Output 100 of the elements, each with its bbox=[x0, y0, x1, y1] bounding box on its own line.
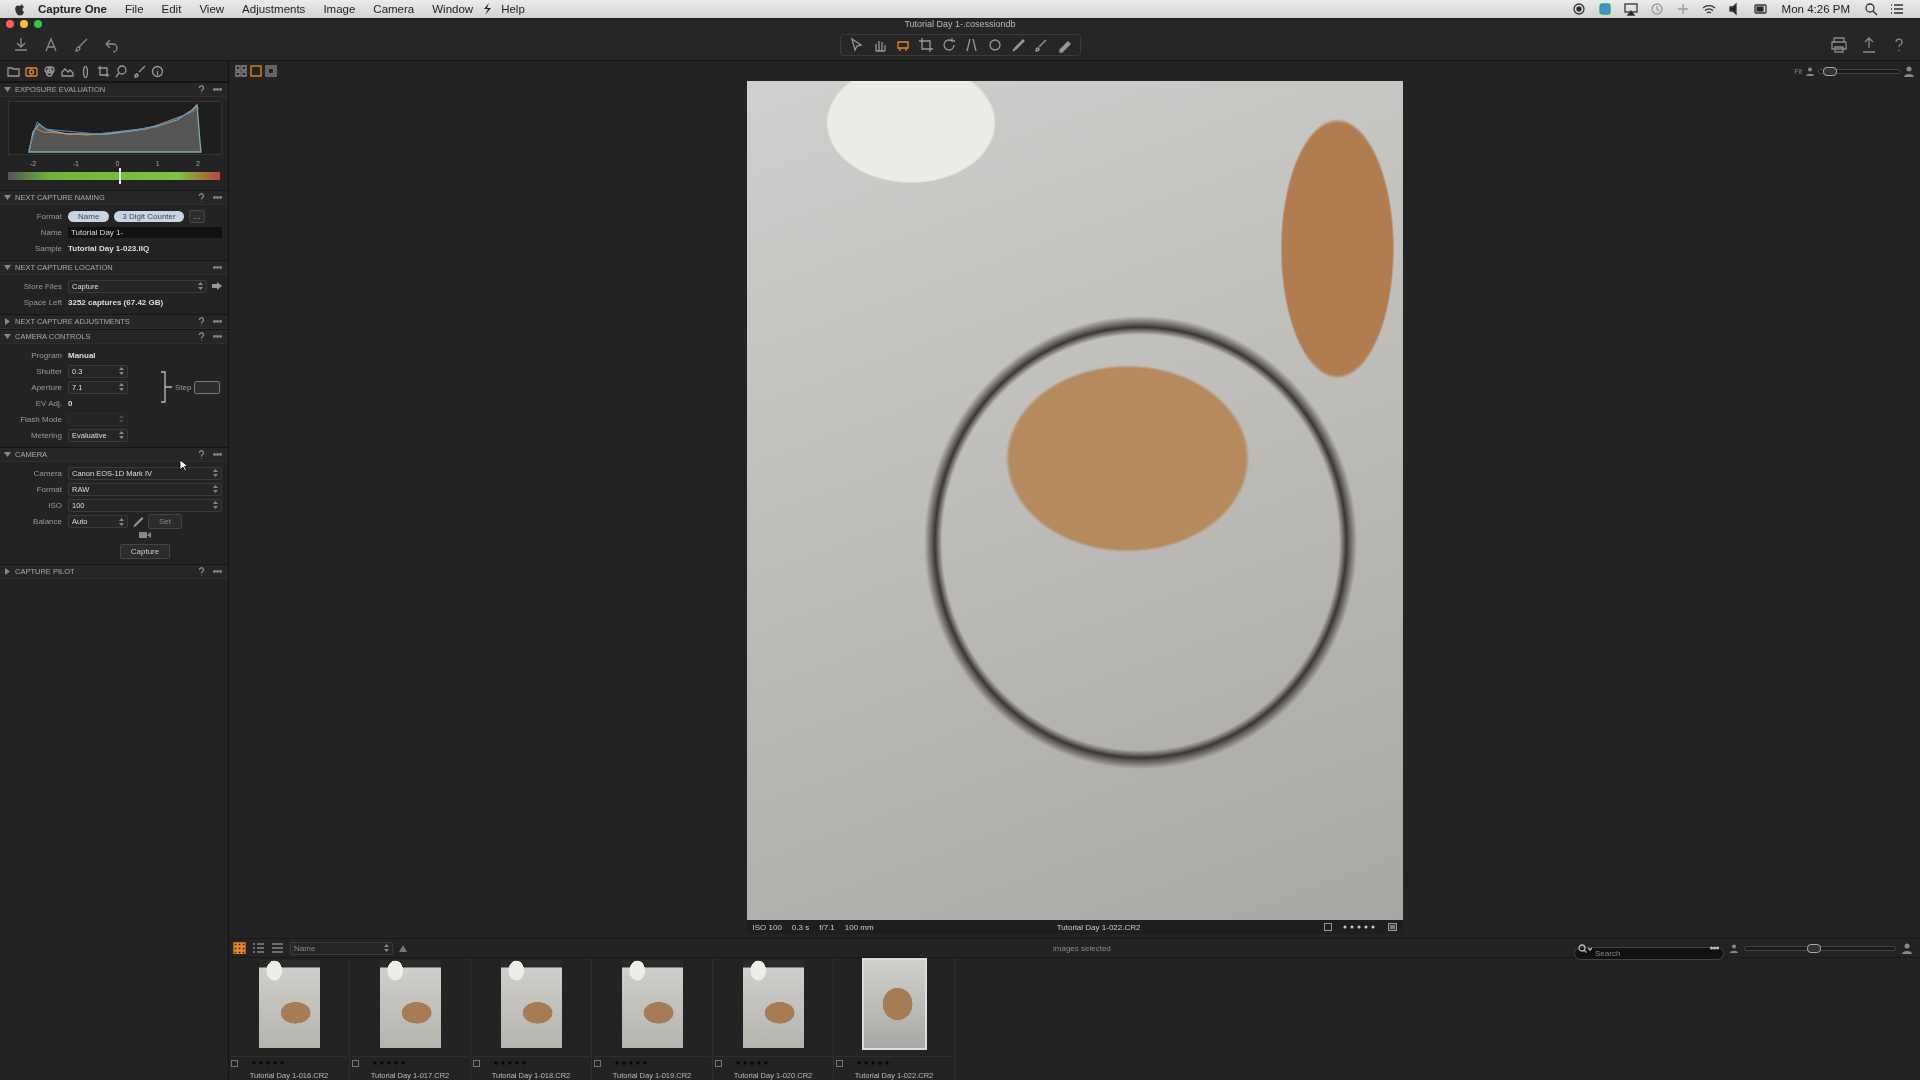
menu-item[interactable]: Window bbox=[423, 3, 483, 15]
checkbox-icon[interactable] bbox=[473, 1059, 480, 1067]
menu-app-name[interactable]: Capture One bbox=[26, 3, 116, 15]
script-icon[interactable] bbox=[482, 2, 493, 16]
checkbox-icon[interactable] bbox=[1323, 923, 1332, 931]
airplay-icon[interactable] bbox=[1623, 2, 1638, 16]
pointer-icon[interactable] bbox=[848, 37, 865, 53]
help-icon[interactable] bbox=[198, 567, 205, 576]
crop-icon[interactable] bbox=[97, 64, 110, 78]
help-icon[interactable] bbox=[198, 193, 205, 202]
rating-dots-icon[interactable] bbox=[857, 1061, 891, 1066]
exif-value: 0.3 s bbox=[791, 922, 810, 932]
format-token[interactable]: Name bbox=[68, 210, 110, 222]
sync-icon[interactable] bbox=[1597, 2, 1612, 16]
menu-item[interactable]: Image bbox=[314, 3, 365, 15]
sort-triangle-icon[interactable] bbox=[399, 944, 407, 952]
capture-button[interactable]: Capture bbox=[119, 544, 171, 559]
color-circles-icon[interactable] bbox=[43, 64, 56, 78]
checkbox-icon[interactable] bbox=[231, 1059, 238, 1067]
loupe-icon[interactable] bbox=[115, 64, 128, 78]
brush-icon[interactable] bbox=[72, 36, 90, 54]
search-icon[interactable] bbox=[1864, 2, 1878, 16]
rating-dots-icon[interactable] bbox=[373, 1061, 407, 1066]
record-icon[interactable] bbox=[1571, 2, 1586, 16]
wifi-icon[interactable] bbox=[1701, 2, 1716, 16]
brush-icon[interactable] bbox=[1032, 37, 1049, 53]
more-icon[interactable] bbox=[213, 450, 222, 459]
folder-icon[interactable] bbox=[7, 64, 20, 78]
keystone-icon[interactable] bbox=[963, 37, 980, 53]
more-icon[interactable] bbox=[213, 263, 222, 272]
more-icon[interactable] bbox=[1710, 946, 1719, 950]
menu-item[interactable]: File bbox=[116, 3, 153, 15]
grid-icon[interactable] bbox=[235, 65, 247, 77]
battery-icon[interactable] bbox=[1753, 2, 1768, 16]
rating-dots-icon[interactable] bbox=[615, 1061, 649, 1066]
expanded-triangle-icon[interactable] bbox=[4, 86, 11, 93]
export-icon[interactable] bbox=[1860, 36, 1878, 54]
menu-item[interactable]: Camera bbox=[364, 3, 424, 15]
name-field[interactable]: Tutorial Day 1- bbox=[68, 226, 222, 238]
rating-dots-icon[interactable] bbox=[252, 1061, 286, 1066]
help-icon[interactable] bbox=[198, 332, 205, 341]
zoom-slider[interactable] bbox=[1818, 68, 1900, 74]
multi-view-icon[interactable] bbox=[265, 65, 277, 77]
more-button[interactable]: … bbox=[188, 209, 205, 223]
color-tag-icon[interactable] bbox=[1387, 923, 1397, 931]
crop-icon[interactable] bbox=[917, 37, 934, 53]
expanded-triangle-icon[interactable] bbox=[4, 264, 11, 271]
format-token[interactable]: 3 Digit Counter bbox=[114, 210, 184, 222]
set-button[interactable]: Set bbox=[148, 514, 182, 529]
thumbnail-size-slider[interactable] bbox=[1744, 945, 1896, 951]
checkbox-icon[interactable] bbox=[836, 1059, 843, 1067]
field-value: Tutorial Day 1-023.IIQ bbox=[68, 243, 150, 253]
list-icon[interactable] bbox=[252, 942, 265, 954]
field-label: Sample bbox=[33, 243, 62, 253]
rows-icon[interactable] bbox=[271, 942, 284, 954]
collapsed-triangle-icon[interactable] bbox=[4, 568, 11, 575]
menu-item[interactable]: Adjustments bbox=[233, 3, 315, 15]
minimize-button[interactable] bbox=[20, 20, 28, 28]
rating-dots-icon[interactable] bbox=[494, 1061, 528, 1066]
slider-thumb[interactable] bbox=[1822, 66, 1837, 76]
slider-thumb[interactable] bbox=[1806, 943, 1821, 953]
zoom-button[interactable] bbox=[34, 20, 42, 28]
more-icon[interactable] bbox=[213, 85, 222, 94]
search-field[interactable]: Search bbox=[1574, 946, 1724, 960]
more-icon[interactable] bbox=[213, 317, 222, 326]
collapsed-triangle-icon[interactable] bbox=[4, 318, 11, 325]
menu-item[interactable]: View bbox=[190, 3, 234, 15]
menu-item[interactable]: Edit bbox=[152, 3, 191, 15]
grid-icon[interactable] bbox=[233, 942, 246, 954]
more-icon[interactable] bbox=[213, 193, 222, 202]
brush-icon[interactable] bbox=[133, 64, 146, 78]
import-icon[interactable] bbox=[12, 36, 30, 54]
step-dropdown[interactable] bbox=[194, 380, 221, 394]
close-button[interactable] bbox=[6, 20, 14, 28]
more-icon[interactable] bbox=[213, 567, 222, 576]
help-icon[interactable] bbox=[198, 317, 205, 326]
eyedropper-icon[interactable] bbox=[133, 516, 143, 527]
expanded-triangle-icon[interactable] bbox=[4, 451, 11, 458]
menu-clock[interactable]: Mon 4:26 PM bbox=[1773, 3, 1858, 15]
circle-icon[interactable] bbox=[986, 37, 1003, 53]
apple-icon[interactable] bbox=[14, 2, 26, 16]
checkbox-icon[interactable] bbox=[594, 1059, 601, 1067]
single-view-icon[interactable] bbox=[250, 65, 262, 77]
more-icon[interactable] bbox=[213, 332, 222, 341]
rotate-icon[interactable] bbox=[940, 37, 957, 53]
expanded-triangle-icon[interactable] bbox=[4, 333, 11, 340]
checkbox-icon[interactable] bbox=[352, 1059, 359, 1067]
camera-icon[interactable] bbox=[25, 64, 38, 78]
video-camera-icon[interactable] bbox=[139, 531, 151, 539]
sort-dropdown[interactable]: Name bbox=[290, 941, 393, 955]
printer-icon[interactable] bbox=[1830, 36, 1848, 54]
list-icon[interactable] bbox=[1890, 2, 1904, 16]
checkbox-icon[interactable] bbox=[715, 1059, 722, 1067]
help-icon[interactable] bbox=[198, 450, 205, 459]
arrow-right-icon[interactable] bbox=[212, 282, 222, 290]
rating-dots-icon[interactable] bbox=[736, 1061, 770, 1066]
expanded-triangle-icon[interactable] bbox=[4, 194, 11, 201]
menu-item[interactable]: Help bbox=[492, 3, 534, 15]
info-icon[interactable] bbox=[151, 64, 164, 78]
help-icon[interactable] bbox=[198, 85, 205, 94]
